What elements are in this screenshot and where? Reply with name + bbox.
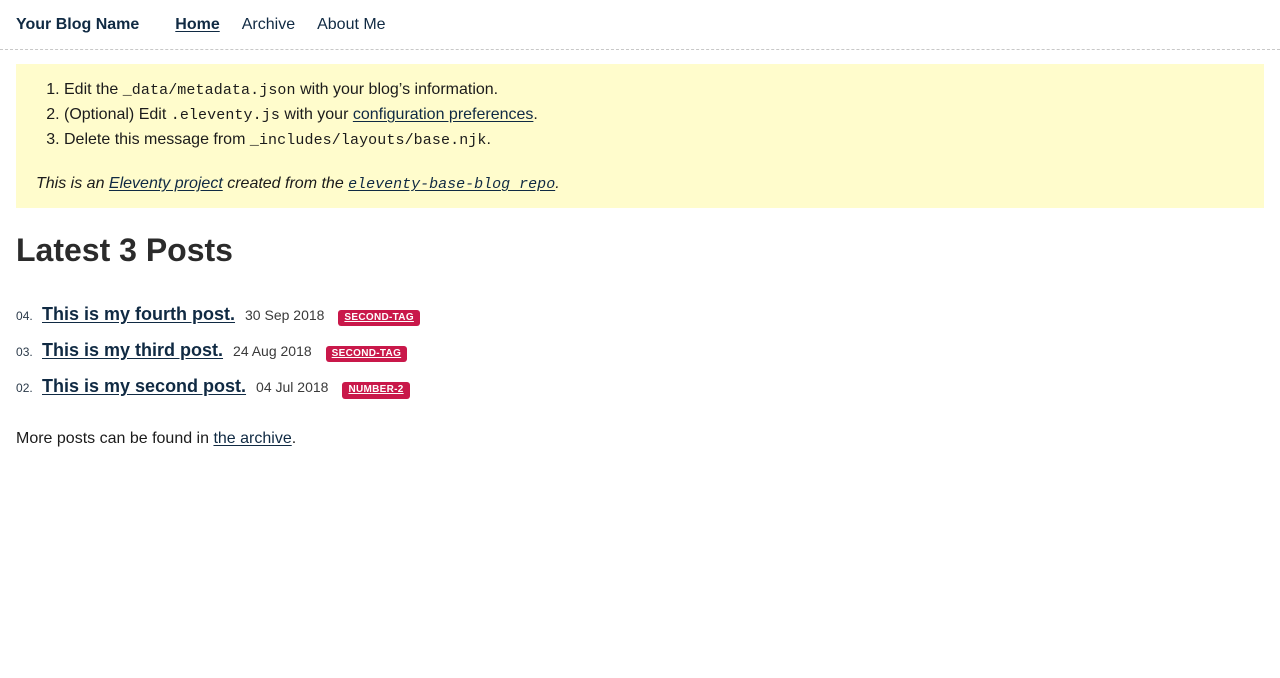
post-tag-badge[interactable]: SECOND-TAG bbox=[325, 345, 408, 363]
step-1-text-before: Edit the bbox=[64, 81, 123, 98]
step-1-text-after: with your blog’s information. bbox=[295, 81, 499, 98]
attribution-mid: created from the bbox=[222, 175, 349, 192]
step-1-code: _data/metadata.json bbox=[122, 82, 296, 99]
post-list: This is my fourth post. 30 Sep 2018 SECO… bbox=[16, 297, 1264, 404]
nav-item-home: Home bbox=[175, 16, 219, 34]
setup-notice-banner: Edit the _data/metadata.json with your b… bbox=[16, 64, 1264, 208]
nav-item-archive: Archive bbox=[242, 16, 295, 34]
list-item: This is my second post. 04 Jul 2018 NUMB… bbox=[16, 369, 1264, 403]
post-title-link[interactable]: This is my third post. bbox=[42, 333, 223, 367]
step-2-text-after: . bbox=[533, 106, 538, 123]
post-title-link[interactable]: This is my fourth post. bbox=[42, 297, 235, 331]
step-3-text-after: . bbox=[486, 131, 491, 148]
more-posts-before: More posts can be found in bbox=[16, 430, 214, 448]
setup-step-3: Delete this message from _includes/layou… bbox=[64, 128, 1254, 153]
nav-link-home[interactable]: Home bbox=[175, 16, 219, 33]
main-content: Latest 3 Posts This is my fourth post. 3… bbox=[0, 232, 1280, 451]
site-title-home-link[interactable]: Your Blog Name bbox=[16, 16, 139, 34]
setup-step-1: Edit the _data/metadata.json with your b… bbox=[64, 78, 1254, 103]
notice-attribution: This is an Eleventy project created from… bbox=[36, 173, 1254, 196]
site-header: Your Blog Name Home Archive About Me bbox=[0, 0, 1280, 50]
post-date: 04 Jul 2018 bbox=[256, 379, 329, 396]
step-2-code: .eleventy.js bbox=[170, 107, 280, 124]
page-title: Latest 3 Posts bbox=[16, 232, 233, 268]
post-tag-badge[interactable]: NUMBER-2 bbox=[342, 382, 410, 399]
setup-step-2: (Optional) Edit .eleventy.js with your c… bbox=[64, 103, 1254, 128]
configuration-preferences-link[interactable]: configuration preferences bbox=[353, 106, 534, 123]
eleventy-project-link[interactable]: Eleventy project bbox=[109, 175, 223, 192]
nav-item-about-me: About Me bbox=[317, 16, 385, 34]
archive-link[interactable]: the archive bbox=[213, 430, 291, 447]
nav-link-archive[interactable]: Archive bbox=[242, 16, 295, 33]
setup-steps-list: Edit the _data/metadata.json with your b… bbox=[26, 78, 1254, 153]
step-3-code: _includes/layouts/base.njk bbox=[249, 132, 487, 149]
step-2-text-before: (Optional) Edit bbox=[64, 106, 171, 123]
post-date: 30 Sep 2018 bbox=[245, 306, 325, 323]
post-tag-badge[interactable]: SECOND-TAG bbox=[338, 309, 420, 327]
eleventy-base-blog-repo-link[interactable]: eleventy-base-blog repo bbox=[348, 176, 555, 193]
more-posts-text: More posts can be found in the archive. bbox=[16, 427, 1264, 451]
step-2-text-mid: with your bbox=[279, 106, 353, 123]
post-title-link[interactable]: This is my second post. bbox=[42, 369, 246, 403]
list-item: This is my fourth post. 30 Sep 2018 SECO… bbox=[16, 297, 1264, 331]
nav-link-about-me[interactable]: About Me bbox=[317, 16, 385, 33]
attribution-lead: This is an bbox=[36, 175, 109, 192]
step-3-text-before: Delete this message from bbox=[64, 131, 250, 148]
list-item: This is my third post. 24 Aug 2018 SECON… bbox=[16, 333, 1264, 367]
more-posts-after: . bbox=[291, 430, 297, 448]
post-date: 24 Aug 2018 bbox=[233, 342, 312, 359]
attribution-end: . bbox=[555, 175, 560, 192]
primary-nav: Home Archive About Me bbox=[175, 16, 385, 34]
